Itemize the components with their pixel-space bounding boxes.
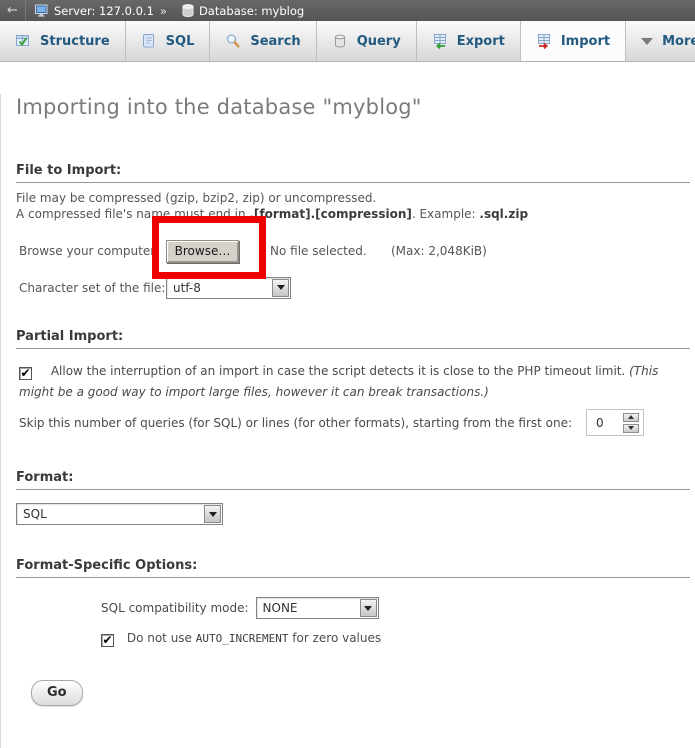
- stepper-up-button[interactable]: [623, 413, 639, 422]
- charset-selected-value: utf-8: [167, 281, 201, 295]
- import-icon: [536, 33, 552, 49]
- tab-bar: Structure SQL Search Query: [0, 21, 695, 62]
- tab-query[interactable]: Query: [317, 21, 417, 61]
- breadcrumb: ← Server: 127.0.0.1 » Database: myblog: [0, 0, 695, 21]
- file-hint-line1: File may be compressed (gzip, bzip2, zip…: [16, 191, 376, 205]
- charset-row: Character set of the file: utf-8: [16, 276, 690, 299]
- tab-label: SQL: [166, 34, 195, 49]
- chevron-down-icon: [641, 38, 653, 45]
- export-icon: [432, 33, 448, 49]
- format-select[interactable]: SQL: [16, 503, 223, 525]
- tab-export[interactable]: Export: [417, 21, 521, 61]
- tab-label: Import: [561, 34, 610, 49]
- breadcrumb-database[interactable]: Database: myblog: [199, 4, 304, 18]
- zero-values-checkbox[interactable]: ✔: [101, 634, 114, 647]
- tab-import[interactable]: Import: [521, 21, 626, 61]
- dropdown-arrow-icon[interactable]: [272, 279, 289, 297]
- skip-queries-row: Skip this number of queries (for SQL) or…: [16, 409, 690, 436]
- file-hint-format-pattern: .[format].[compression]: [249, 207, 411, 221]
- browse-label: Browse your computer:: [16, 244, 166, 258]
- zero-values-text-prefix: Do not use: [127, 631, 196, 645]
- breadcrumb-server[interactable]: Server: 127.0.0.1: [54, 4, 154, 18]
- allow-interrupt-text: Allow the interruption of an import in c…: [51, 364, 629, 378]
- dropdown-arrow-icon[interactable]: [360, 599, 377, 617]
- max-size-note: (Max: 2,048KiB): [391, 244, 487, 258]
- sql-compatibility-select[interactable]: NONE: [256, 597, 379, 619]
- file-hint-line2-prefix: A compressed file's name must end in: [16, 207, 249, 221]
- file-hint-text: File may be compressed (gzip, bzip2, zip…: [16, 190, 690, 222]
- tab-structure[interactable]: Structure: [0, 21, 126, 61]
- structure-icon: [15, 33, 31, 49]
- charset-label: Character set of the file:: [16, 281, 166, 295]
- tab-sql[interactable]: SQL: [126, 21, 211, 61]
- page-title: Importing into the database "myblog": [16, 94, 690, 121]
- section-heading-format-specific-options: Format-Specific Options:: [16, 558, 690, 578]
- skip-queries-value: 0: [591, 416, 604, 430]
- main-content: Importing into the database "myblog" Fil…: [0, 94, 695, 748]
- server-icon: [35, 4, 49, 17]
- allow-interrupt-row: ✔ Allow the interruption of an import in…: [16, 361, 686, 403]
- sql-compatibility-label: SQL compatibility mode:: [101, 601, 249, 615]
- zero-values-text-suffix: for zero values: [288, 631, 381, 645]
- file-hint-line2-mid: . Example:: [412, 207, 480, 221]
- browse-row: Browse your computer: Browse… No file se…: [16, 238, 690, 264]
- zero-values-code: AUTO_INCREMENT: [196, 632, 289, 645]
- tab-label: Structure: [40, 34, 110, 49]
- stepper-down-button[interactable]: [623, 424, 639, 433]
- section-heading-file-to-import: File to Import:: [16, 163, 690, 183]
- browse-button[interactable]: Browse…: [166, 240, 239, 263]
- section-heading-partial-import: Partial Import:: [16, 329, 690, 349]
- query-icon: [332, 33, 348, 49]
- charset-select[interactable]: utf-8: [166, 277, 291, 299]
- sql-compatibility-selected-value: NONE: [257, 601, 298, 615]
- back-arrow-icon[interactable]: ←: [0, 0, 26, 21]
- tab-label: Query: [357, 34, 401, 49]
- file-hint-example: .sql.zip: [479, 207, 528, 221]
- tab-label: Search: [250, 34, 300, 49]
- search-icon: [225, 33, 241, 49]
- database-icon: [182, 4, 194, 17]
- tab-search[interactable]: Search: [210, 21, 316, 61]
- no-file-selected-text: No file selected.: [270, 244, 367, 258]
- breadcrumb-separator: »: [160, 4, 167, 18]
- format-row: SQL: [16, 503, 690, 525]
- allow-interrupt-checkbox[interactable]: ✔: [19, 367, 32, 380]
- tab-label: More: [662, 34, 695, 49]
- sql-compatibility-row: SQL compatibility mode: NONE: [101, 596, 690, 620]
- go-button[interactable]: Go: [31, 680, 83, 706]
- dropdown-arrow-icon[interactable]: [204, 505, 221, 523]
- skip-queries-label: Skip this number of queries (for SQL) or…: [19, 416, 572, 430]
- zero-values-row: ✔ Do not use AUTO_INCREMENT for zero val…: [101, 631, 690, 647]
- format-selected-value: SQL: [17, 507, 47, 521]
- skip-queries-stepper[interactable]: 0: [586, 409, 644, 436]
- tab-label: Export: [457, 34, 505, 49]
- sql-icon: [141, 33, 157, 49]
- section-heading-format: Format:: [16, 470, 690, 490]
- tab-more[interactable]: More: [626, 21, 695, 61]
